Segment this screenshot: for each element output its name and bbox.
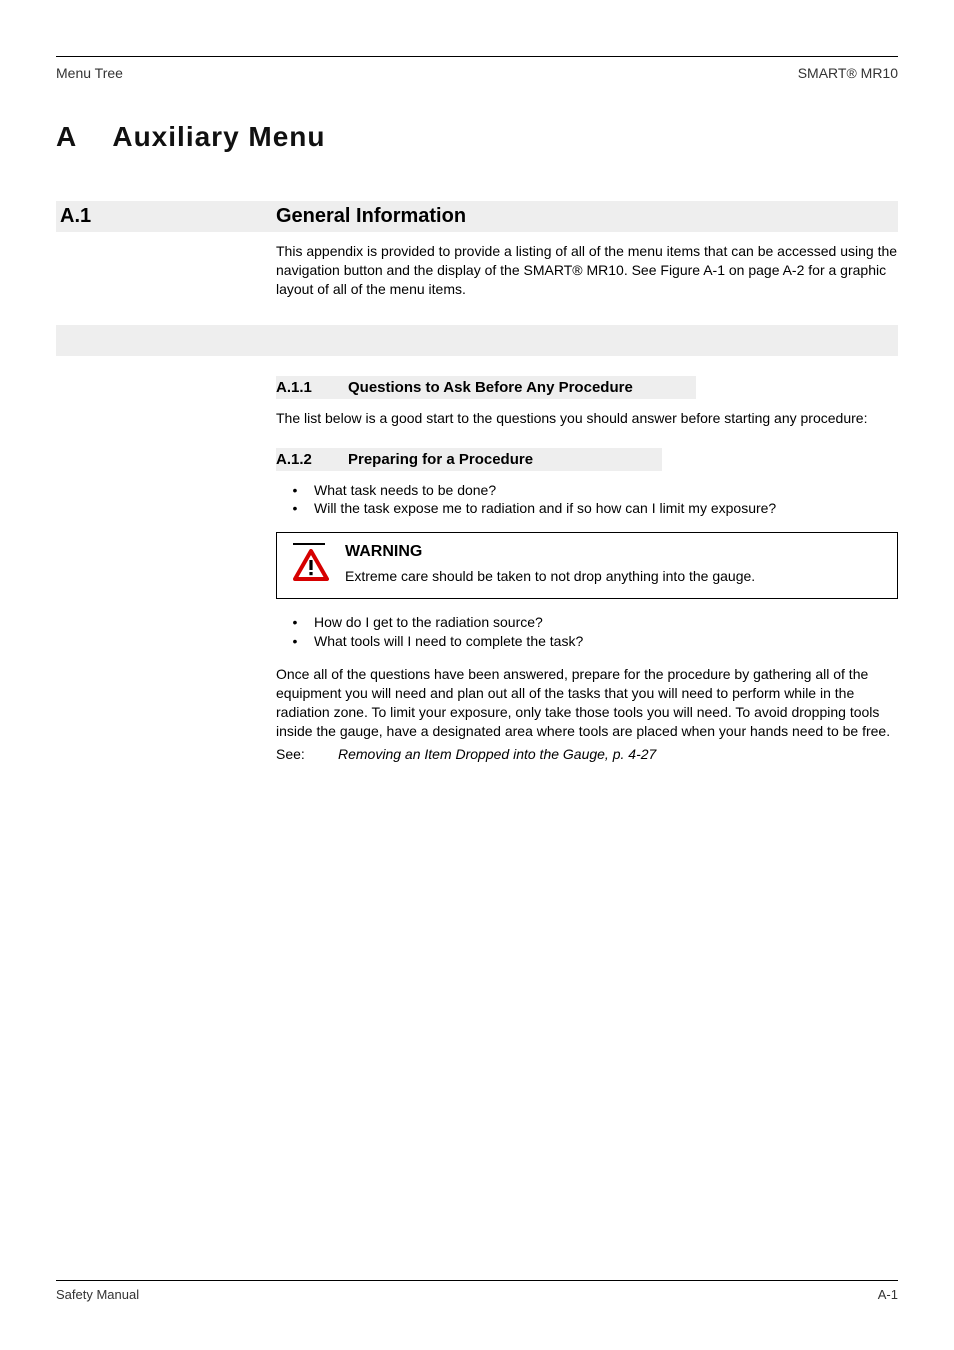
- bullet-item-1: • What task needs to be done?: [276, 481, 898, 500]
- subsection-a12-paragraph: Once all of the questions have been answ…: [276, 665, 898, 741]
- footer-rule: [56, 1280, 898, 1281]
- subsection-number: A.1.1: [276, 379, 348, 396]
- subsection-number-2: A.1.2: [276, 451, 348, 468]
- section-a1-band: [56, 325, 898, 356]
- section-a1-paragraph: This appendix is provided to provide a l…: [276, 242, 898, 299]
- running-header: Menu Tree SMART® MR10: [56, 65, 898, 81]
- page-footer: Safety Manual A-1: [56, 1280, 898, 1302]
- see-label: See:: [276, 745, 338, 764]
- footer-right: A-1: [878, 1287, 898, 1302]
- subsection-title-2: Preparing for a Procedure: [348, 451, 533, 468]
- warning-rule: [293, 543, 325, 545]
- warning-body: Extreme care should be taken to not drop…: [345, 567, 885, 586]
- see-reference: See: Removing an Item Dropped into the G…: [276, 745, 898, 764]
- chapter-title: A Auxiliary Menu: [56, 121, 898, 153]
- section-title: General Information: [276, 201, 898, 232]
- bullet-item-3: • How do I get to the radiation source?: [276, 613, 898, 632]
- subsection-a11-header: A.1.1 Questions to Ask Before Any Proced…: [276, 376, 696, 399]
- bullet-item-4: • What tools will I need to complete the…: [276, 632, 898, 651]
- chapter-name: Auxiliary Menu: [112, 121, 325, 152]
- bullet-text-3: How do I get to the radiation source?: [314, 613, 543, 632]
- bullet-text-2: Will the task expose me to radiation and…: [314, 499, 776, 518]
- bullet-text-1: What task needs to be done?: [314, 481, 496, 500]
- subsection-title: Questions to Ask Before Any Procedure: [348, 379, 633, 396]
- header-right: SMART® MR10: [798, 65, 898, 81]
- section-a1-header: A.1 General Information: [56, 201, 898, 232]
- warning-title: WARNING: [345, 543, 885, 561]
- warning-box: WARNING Extreme care should be taken to …: [276, 532, 898, 599]
- see-body: Removing an Item Dropped into the Gauge,…: [338, 745, 898, 764]
- section-number: A.1: [56, 205, 128, 228]
- header-left: Menu Tree: [56, 65, 123, 81]
- bullet-item-2: • Will the task expose me to radiation a…: [276, 499, 898, 518]
- chapter-number: A: [56, 121, 77, 152]
- header-rule: [56, 56, 898, 57]
- warning-triangle-icon: [293, 549, 329, 581]
- subsection-a11-lead: The list below is a good start to the qu…: [276, 409, 898, 428]
- subsection-a12-header: A.1.2 Preparing for a Procedure: [276, 448, 662, 471]
- bullet-text-4: What tools will I need to complete the t…: [314, 632, 583, 651]
- footer-left: Safety Manual: [56, 1287, 139, 1302]
